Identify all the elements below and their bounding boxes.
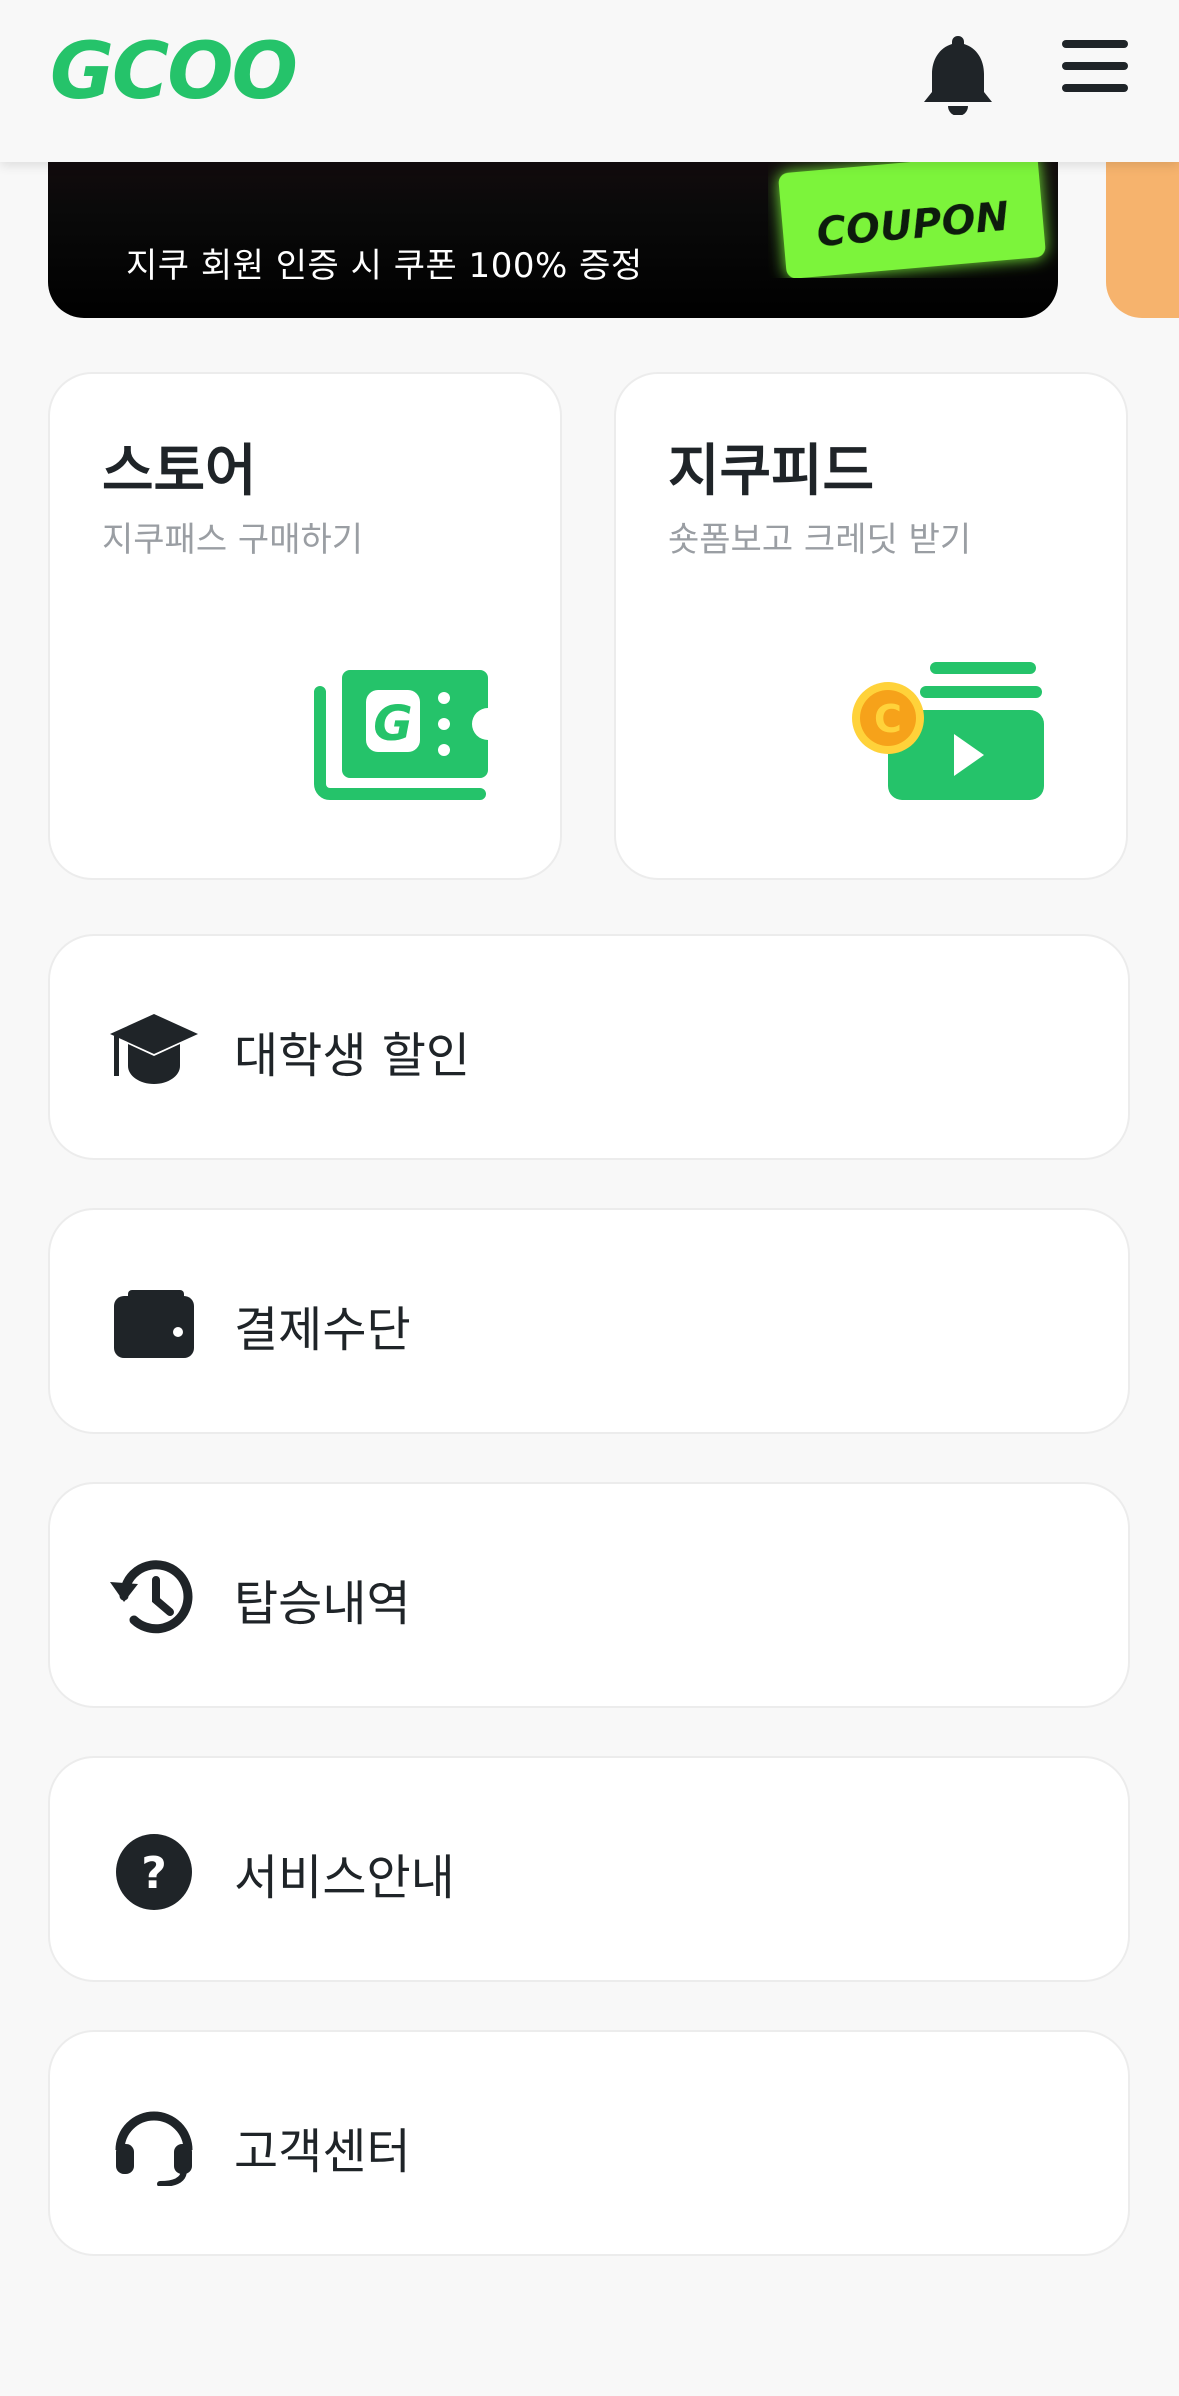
svg-text:C: C [874, 697, 902, 741]
feed-title: 지쿠피드 [668, 439, 875, 504]
menu-label: 서비스안내 [234, 1850, 455, 1906]
svg-text:G: G [373, 696, 412, 752]
store-tile[interactable]: 스토어 지쿠패스 구매하기 G [48, 372, 562, 880]
menu-item-ride-history[interactable]: 탑승내역 [48, 1482, 1130, 1708]
store-subtitle: 지쿠패스 구매하기 [102, 520, 364, 560]
menu-label: 고객센터 [234, 2124, 411, 2180]
hamburger-menu-icon[interactable] [1060, 36, 1130, 96]
menu-label: 탑승내역 [234, 1576, 411, 1632]
banner-subtitle: 지쿠 회원 인증 시 쿠폰 100% 증정 [126, 246, 643, 286]
question-icon: ? [116, 1834, 192, 1910]
menu-item-payment[interactable]: 결제수단 [48, 1208, 1130, 1434]
coupon-icon: COUPON [778, 152, 1046, 278]
graduation-cap-icon [110, 1014, 198, 1084]
menu-item-service-guide[interactable]: ? 서비스안내 [48, 1756, 1130, 1982]
feed-subtitle: 숏폼보고 크레딧 받기 [668, 520, 972, 560]
bell-icon[interactable] [918, 30, 998, 115]
ticket-icon: G [314, 670, 488, 800]
menu-label: 대학생 할인 [234, 1028, 471, 1084]
history-icon [110, 1560, 193, 1634]
svg-text:?: ? [141, 1848, 167, 1899]
headset-icon [115, 2111, 193, 2186]
svg-text:GCOO: GCOO [50, 27, 296, 117]
wallet-icon [114, 1290, 194, 1358]
gcoo-logo[interactable]: GCOO [48, 18, 308, 118]
menu-item-student-discount[interactable]: 대학생 할인 [48, 934, 1130, 1160]
video-coin-icon: C [852, 662, 1044, 800]
feed-tile[interactable]: 지쿠피드 숏폼보고 크레딧 받기 C [614, 372, 1128, 880]
menu-label: 결제수단 [234, 1302, 411, 1358]
store-title: 스토어 [102, 439, 257, 504]
app-header: GCOO [0, 0, 1179, 162]
menu-item-customer-center[interactable]: 고객센터 [48, 2030, 1130, 2256]
